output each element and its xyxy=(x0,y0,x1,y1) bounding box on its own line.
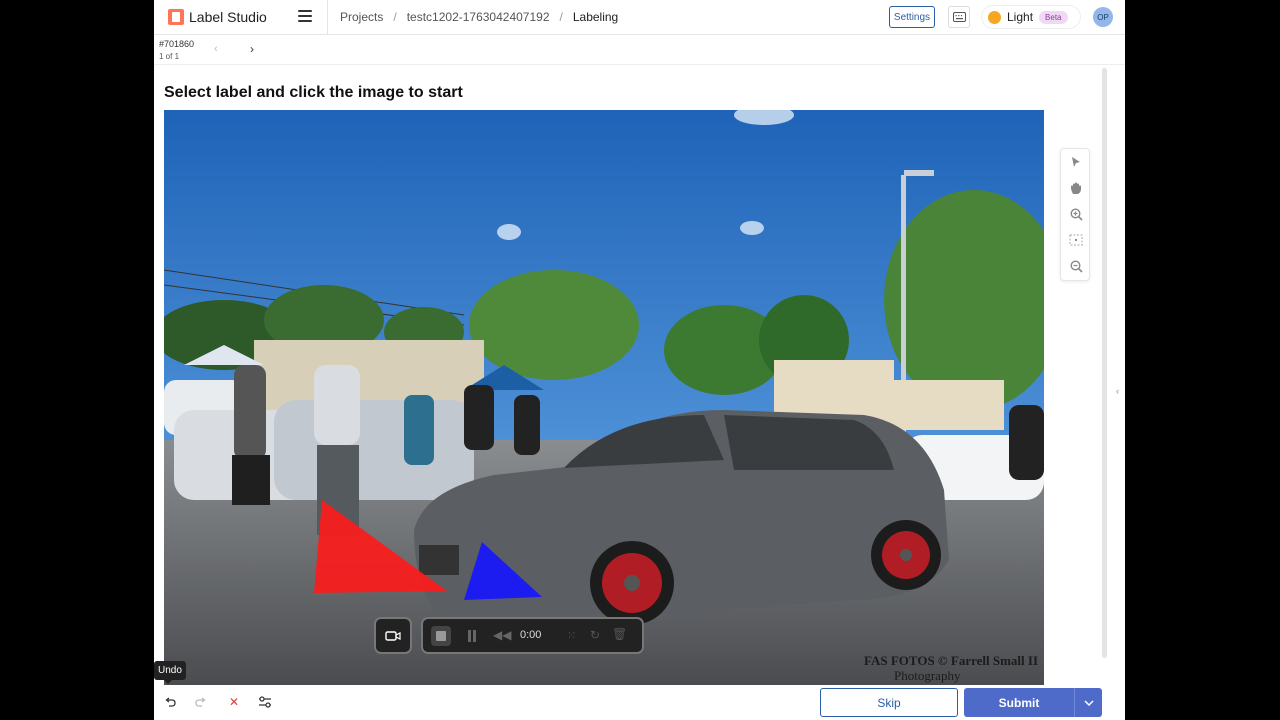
task-id: #701860 xyxy=(159,39,195,49)
photo-watermark-sub: Photography xyxy=(894,668,961,683)
rewind-icon[interactable]: ◀◀ xyxy=(493,628,511,642)
redo-icon[interactable] xyxy=(193,694,209,710)
breadcrumb-separator: / xyxy=(559,10,563,24)
reset-icon[interactable]: ✕ xyxy=(226,694,242,710)
header-divider xyxy=(327,0,328,35)
breadcrumb-current: Labeling xyxy=(572,10,619,24)
trash-icon[interactable]: 🗑 xyxy=(612,627,627,641)
zoom-out-icon[interactable] xyxy=(1068,258,1084,274)
app-logo[interactable]: Label Studio xyxy=(168,9,267,25)
avatar[interactable]: OP xyxy=(1093,7,1113,27)
chevron-down-icon xyxy=(1083,699,1094,706)
submit-button[interactable]: Submit xyxy=(964,688,1074,717)
keyboard-icon xyxy=(952,12,966,22)
task-navigation: #701860 1 of 1 ‹ › xyxy=(154,35,1125,65)
skip-button[interactable]: Skip xyxy=(820,688,958,717)
keyboard-shortcuts-button[interactable] xyxy=(948,6,970,28)
settings-sliders-icon[interactable] xyxy=(257,694,273,710)
theme-label: Light xyxy=(1007,10,1034,24)
image-canvas[interactable]: FAS FOTOS © Farrell Small II Photography xyxy=(164,110,1044,685)
restart-icon[interactable]: ↻ xyxy=(590,628,600,642)
theme-toggle[interactable]: Light Beta xyxy=(981,5,1081,29)
label-studio-app: Label Studio Projects / testc1202-176304… xyxy=(154,0,1125,720)
task-counter: 1 of 1 xyxy=(159,52,180,61)
app-name: Label Studio xyxy=(189,9,267,25)
photo-watermark: FAS FOTOS © Farrell Small II xyxy=(864,653,1038,668)
select-icon[interactable] xyxy=(1068,154,1084,170)
logo-icon xyxy=(168,9,184,25)
recording-time: 0:00 xyxy=(520,629,542,641)
grid-icon[interactable]: ⁙ xyxy=(567,629,576,642)
beta-badge: Beta xyxy=(1039,10,1068,24)
settings-button[interactable]: Settings xyxy=(889,6,935,28)
pan-icon[interactable] xyxy=(1068,180,1084,196)
breadcrumb-separator: / xyxy=(393,10,397,24)
undo-tooltip: Undo xyxy=(154,661,186,684)
hamburger-menu-icon[interactable] xyxy=(298,10,312,22)
zoom-in-icon[interactable] xyxy=(1068,206,1084,222)
breadcrumb-projects[interactable]: Projects xyxy=(340,10,383,24)
stop-icon[interactable] xyxy=(431,626,451,646)
pause-icon[interactable] xyxy=(467,630,477,642)
submit-options-button[interactable] xyxy=(1074,688,1102,717)
collapse-panel-icon[interactable]: ‹ xyxy=(1116,386,1119,396)
page-title: Select label and click the image to star… xyxy=(164,84,463,101)
undo-icon[interactable] xyxy=(162,694,178,710)
video-camera-icon xyxy=(385,630,401,641)
image-tools-panel xyxy=(1060,148,1090,281)
top-header: Label Studio Projects / testc1202-176304… xyxy=(154,0,1125,35)
fit-icon[interactable] xyxy=(1068,232,1084,248)
sun-icon xyxy=(988,10,1001,24)
breadcrumb: Projects / testc1202-1763042407192 / Lab… xyxy=(340,10,618,24)
vertical-scrollbar[interactable] xyxy=(1102,68,1107,658)
chevron-right-icon[interactable]: › xyxy=(250,42,254,56)
photo[interactable]: FAS FOTOS © Farrell Small II Photography xyxy=(164,110,1044,685)
camera-toggle-button[interactable] xyxy=(374,617,412,654)
recorder-controls: ◀◀ 0:00 ⁙ ↻ 🗑 xyxy=(421,617,644,654)
breadcrumb-project[interactable]: testc1202-1763042407192 xyxy=(407,10,550,24)
chevron-left-icon[interactable]: ‹ xyxy=(214,43,218,55)
